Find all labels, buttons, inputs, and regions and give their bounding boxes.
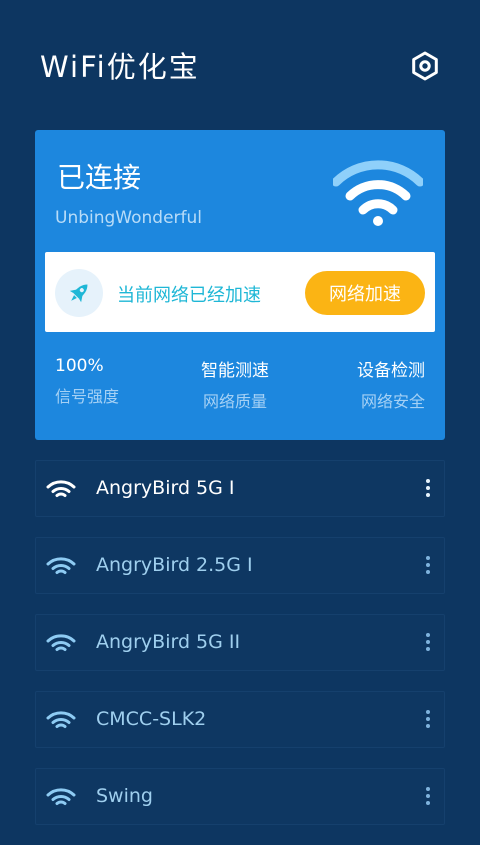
settings-button[interactable] xyxy=(408,49,442,83)
stat-device-check[interactable]: 设备检测 网络安全 xyxy=(357,356,425,412)
more-options-icon[interactable] xyxy=(418,550,438,580)
network-name: CMCC-SLK2 xyxy=(96,708,207,730)
stat-value: 100% xyxy=(55,356,104,376)
network-row[interactable]: CMCC-SLK2 xyxy=(35,691,445,748)
network-row[interactable]: AngryBird 5G II xyxy=(35,614,445,671)
connected-ssid: UnbingWonderful xyxy=(55,208,203,228)
network-list: AngryBird 5G I AngryBird 2.5G I AngryBir… xyxy=(35,460,445,845)
stat-label: 信号强度 xyxy=(55,387,120,406)
app-header: WiFi优化宝 xyxy=(0,0,480,130)
network-row[interactable]: AngryBird 2.5G I xyxy=(35,537,445,594)
more-options-icon[interactable] xyxy=(418,473,438,503)
stat-value: 智能测速 xyxy=(201,361,269,381)
wifi-icon xyxy=(46,480,76,497)
wifi-icon xyxy=(46,711,76,728)
stat-value: 设备检测 xyxy=(357,361,425,381)
connection-card: 已连接 UnbingWonderful 当前网络已经加速 网络加速 100% 信… xyxy=(35,130,445,440)
boost-panel: 当前网络已经加速 网络加速 xyxy=(45,252,435,332)
network-row[interactable]: AngryBird 5G I xyxy=(35,460,445,517)
stat-signal-strength[interactable]: 100% 信号强度 xyxy=(55,356,119,407)
settings-hexagon-icon xyxy=(412,51,438,81)
app-title: WiFi优化宝 xyxy=(40,50,200,84)
network-name: AngryBird 2.5G I xyxy=(96,554,253,576)
wifi-icon xyxy=(46,788,76,805)
network-name: Swing xyxy=(96,785,153,807)
boost-status-text: 当前网络已经加速 xyxy=(117,285,261,306)
network-boost-button[interactable]: 网络加速 xyxy=(305,271,425,315)
rocket-icon xyxy=(69,284,88,303)
wifi-large-icon xyxy=(333,160,423,226)
network-name: AngryBird 5G II xyxy=(96,631,241,653)
more-options-icon[interactable] xyxy=(418,704,438,734)
wifi-icon xyxy=(46,557,76,574)
stat-label: 网络安全 xyxy=(360,392,425,411)
wifi-icon xyxy=(46,634,76,651)
stat-speed-test[interactable]: 智能测速 网络质量 xyxy=(201,356,269,412)
connection-status: 已连接 xyxy=(57,161,142,194)
network-row[interactable]: Swing xyxy=(35,768,445,825)
rocket-badge xyxy=(55,269,103,317)
stat-label: 网络质量 xyxy=(202,392,267,411)
more-options-icon[interactable] xyxy=(418,781,438,811)
network-name: AngryBird 5G I xyxy=(96,477,235,499)
more-options-icon[interactable] xyxy=(418,627,438,657)
